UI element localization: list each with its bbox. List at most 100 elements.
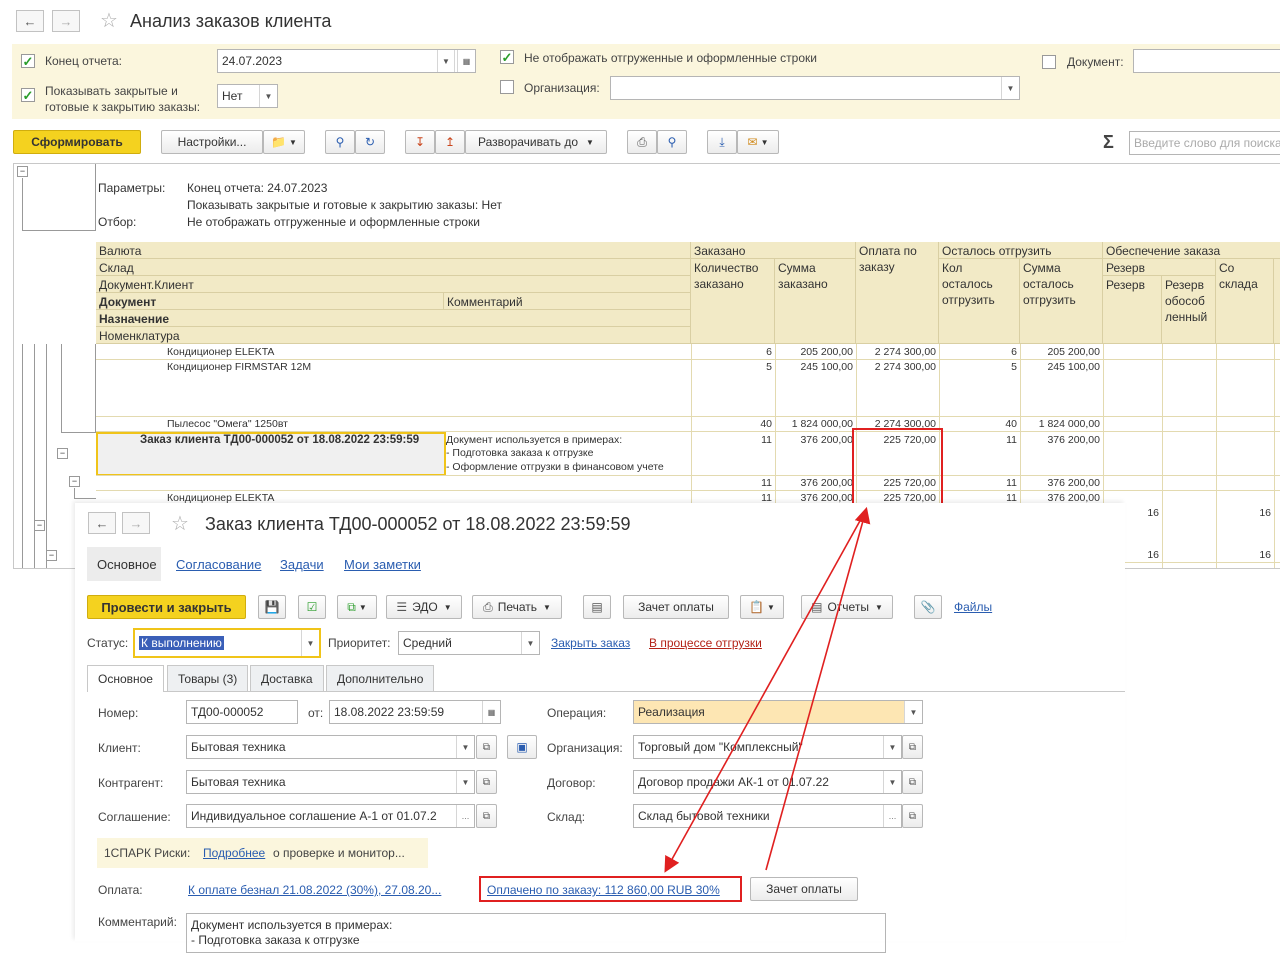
- organization-checkbox[interactable]: [500, 80, 514, 94]
- chevron-down-icon[interactable]: ▼: [301, 630, 319, 656]
- nav-tasks[interactable]: Задачи: [280, 557, 324, 572]
- find-button[interactable]: ⚲: [325, 130, 355, 154]
- order-doc-link[interactable]: Заказ клиента ТД00-000052 от 18.08.2022 …: [140, 434, 419, 446]
- status-select[interactable]: К выполнению ▼: [133, 628, 321, 658]
- open-counterparty-button[interactable]: ⧉: [476, 770, 497, 794]
- close-order-link[interactable]: Закрыть заказ: [551, 636, 630, 650]
- paid-link[interactable]: Оплачено по заказу: 112 860,00 RUB 30%: [487, 883, 720, 897]
- status-label: Статус:: [87, 636, 129, 650]
- organization-field[interactable]: Торговый дом "Комплексный" ▼: [633, 735, 902, 759]
- chevron-down-icon[interactable]: ▼: [883, 736, 901, 758]
- open-icon: ⧉: [908, 741, 917, 753]
- files-link[interactable]: Файлы: [954, 600, 992, 614]
- star-icon[interactable]: ☆: [100, 8, 118, 33]
- forward-button[interactable]: →: [52, 10, 80, 32]
- chevron-down-icon[interactable]: ▼: [456, 736, 474, 758]
- back-button[interactable]: ←: [88, 512, 116, 534]
- comment-field[interactable]: Документ используется в примерах: - Подг…: [186, 913, 886, 953]
- variants-button[interactable]: 📁 ▼: [263, 130, 305, 154]
- chevron-down-icon[interactable]: ▼: [904, 701, 922, 723]
- back-button[interactable]: ←: [16, 10, 44, 32]
- open-org-button[interactable]: ⧉: [902, 735, 923, 759]
- generate-button[interactable]: Сформировать: [13, 130, 141, 154]
- counterparty-field[interactable]: Бытовая техника ▼: [186, 770, 475, 794]
- forward-button[interactable]: →: [122, 512, 150, 534]
- row-name: Кондиционер ELEKTA: [167, 346, 275, 358]
- nav-notes[interactable]: Мои заметки: [344, 557, 421, 572]
- col-reserve-2: Резерв: [1103, 276, 1162, 344]
- sum-icon[interactable]: Σ: [1103, 132, 1114, 153]
- priority-select[interactable]: Средний ▼: [398, 631, 540, 655]
- attach-button[interactable]: 📋 ▼: [740, 595, 784, 619]
- collapse-icon[interactable]: −: [57, 448, 68, 459]
- collapse-icon[interactable]: −: [69, 476, 80, 487]
- print-button[interactable]: ⎙ Печать ▼: [472, 595, 562, 619]
- post-button[interactable]: ☑: [298, 595, 326, 619]
- preview-button[interactable]: ⚲: [657, 130, 687, 154]
- tab-additional[interactable]: Дополнительно: [326, 665, 435, 691]
- agreement-field[interactable]: Индивидуальное соглашение А-1 от 01.07.2…: [186, 804, 475, 828]
- send-button[interactable]: ✉ ▼: [737, 130, 779, 154]
- number-field[interactable]: ТД00-000052: [186, 700, 298, 724]
- find-next-button[interactable]: ↻: [355, 130, 385, 154]
- payment-schedule-link[interactable]: К оплате безнал 21.08.2022 (30%), 27.08.…: [188, 883, 441, 897]
- collapse-icon[interactable]: −: [46, 550, 57, 561]
- save-button[interactable]: 💾: [258, 595, 286, 619]
- open-contract-button[interactable]: ⧉: [902, 770, 923, 794]
- post-close-button[interactable]: Провести и закрыть: [87, 595, 246, 619]
- chevron-down-icon[interactable]: ▼: [437, 50, 455, 72]
- calendar-icon[interactable]: ▦: [482, 701, 500, 723]
- collapse-icon[interactable]: −: [34, 520, 45, 531]
- star-icon[interactable]: ☆: [171, 511, 189, 536]
- chevron-down-icon[interactable]: ▼: [883, 771, 901, 793]
- chevron-down-icon[interactable]: ▼: [521, 632, 539, 654]
- reports-button[interactable]: ▤ Отчеты ▼: [801, 595, 893, 619]
- end-date-checkbox[interactable]: ✓: [21, 54, 35, 68]
- expand-button[interactable]: ↥: [435, 130, 465, 154]
- calendar-icon[interactable]: ▦: [457, 50, 475, 72]
- chevron-down-icon[interactable]: …: [456, 805, 474, 827]
- save-button[interactable]: ⤓: [707, 130, 737, 154]
- spark-details-link[interactable]: Подробнее: [203, 846, 265, 860]
- in-shipment-link[interactable]: В процессе отгрузки: [649, 636, 762, 650]
- warehouse-field[interactable]: Склад бытовой техники …: [633, 804, 902, 828]
- offset-payment-button[interactable]: Зачет оплаты: [623, 595, 729, 619]
- organization-select[interactable]: ▼: [610, 76, 1020, 100]
- client-field[interactable]: Бытовая техника ▼: [186, 735, 475, 759]
- date-field[interactable]: 18.08.2022 23:59:59 ▦: [329, 700, 501, 724]
- chevron-down-icon[interactable]: ▼: [1001, 77, 1019, 99]
- settings-button[interactable]: Настройки...: [161, 130, 263, 154]
- tab-main[interactable]: Основное: [87, 665, 164, 692]
- open-client-button[interactable]: ⧉: [476, 735, 497, 759]
- chevron-down-icon[interactable]: ▼: [456, 771, 474, 793]
- hide-shipped-label: Не отображать отгруженные и оформленные …: [524, 51, 817, 65]
- collapse-icon[interactable]: −: [17, 166, 28, 177]
- structure-button[interactable]: ▤: [583, 595, 611, 619]
- open-warehouse-button[interactable]: ⧉: [902, 804, 923, 828]
- paperclip-button[interactable]: 📎: [914, 595, 942, 619]
- edo-button[interactable]: ☰ ЭДО ▼: [386, 595, 462, 619]
- closed-orders-select[interactable]: Нет ▼: [217, 84, 278, 108]
- report-search-input[interactable]: Введите слово для поиска: [1129, 131, 1280, 155]
- tab-goods[interactable]: Товары (3): [167, 665, 249, 691]
- print-button[interactable]: ⎙: [627, 130, 657, 154]
- offset-payment-button-2[interactable]: Зачет оплаты: [750, 877, 858, 901]
- folder-icon: 📁: [271, 135, 287, 149]
- end-date-input[interactable]: 24.07.2023 ▼ ▦: [217, 49, 476, 73]
- open-agreement-button[interactable]: ⧉: [476, 804, 497, 828]
- tab-delivery[interactable]: Доставка: [250, 665, 324, 691]
- collapse-button[interactable]: ↧: [405, 130, 435, 154]
- closed-orders-checkbox[interactable]: ✓: [21, 88, 35, 102]
- document-checkbox[interactable]: [1042, 55, 1056, 69]
- comment-line-1: Документ используется в примерах:: [191, 918, 393, 932]
- client-card-button[interactable]: ▣: [507, 735, 537, 759]
- operation-select[interactable]: Реализация ▼: [633, 700, 923, 724]
- create-based-button[interactable]: ⧉ ▼: [337, 595, 377, 619]
- nav-approval[interactable]: Согласование: [176, 557, 261, 572]
- expand-to-button[interactable]: Разворачивать до ▼: [465, 130, 607, 154]
- document-input[interactable]: [1133, 49, 1280, 73]
- hide-shipped-checkbox[interactable]: ✓: [500, 50, 514, 64]
- more-icon[interactable]: …: [883, 805, 901, 827]
- chevron-down-icon[interactable]: ▼: [259, 85, 277, 107]
- contract-field[interactable]: Договор продажи АК-1 от 01.07.22 ▼: [633, 770, 902, 794]
